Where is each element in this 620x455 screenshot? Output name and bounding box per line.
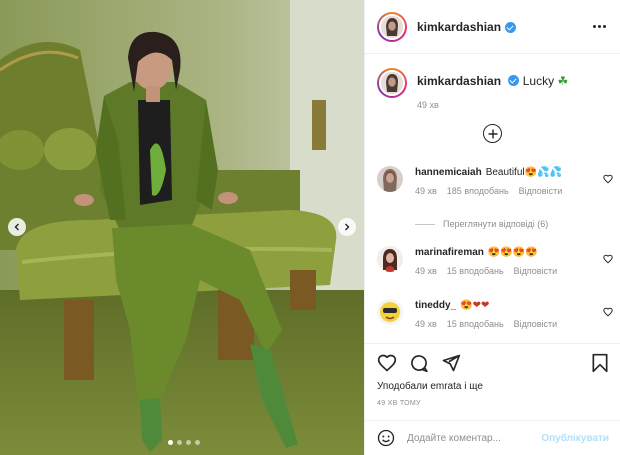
comment-avatar[interactable] (377, 246, 403, 272)
plus-icon (488, 129, 497, 138)
comment-item: tineddy_ 😍❤❤ 49 хв 15 вподобань Відповіст… (377, 299, 613, 329)
comment-username[interactable]: hannemicaiah (415, 167, 482, 178)
caption-avatar-image (381, 72, 403, 94)
post-actions: Уподобали emrata і ще 49 ХВ ТОМУ (365, 343, 620, 407)
caption-text: Lucky (522, 74, 555, 88)
comment-text: 😍❤❤ (460, 300, 490, 311)
comment-likes[interactable]: 15 вподобань (447, 319, 504, 329)
caption-username[interactable]: kimkardashian (417, 74, 501, 88)
previous-slide-button[interactable] (8, 218, 26, 236)
post-timestamp[interactable]: 49 ХВ ТОМУ (377, 400, 609, 407)
post-header: kimkardashian (365, 0, 620, 54)
comment-time[interactable]: 49 хв (415, 319, 437, 329)
reply-button[interactable]: Відповісти (514, 319, 558, 329)
comment-likes[interactable]: 15 вподобань (447, 266, 504, 276)
view-replies-button[interactable]: Переглянути відповіді (6) (415, 219, 548, 229)
caption-avatar[interactable] (377, 68, 407, 98)
carousel-dot (177, 440, 182, 445)
heart-icon[interactable] (603, 174, 613, 184)
comment-text: 😍😍😍😍 (487, 247, 538, 258)
comment-likes[interactable]: 185 вподобань (447, 186, 509, 196)
chevron-right-icon (345, 223, 350, 231)
like-button[interactable] (377, 353, 397, 373)
chevron-left-icon (14, 223, 19, 231)
more-options-button[interactable] (593, 25, 606, 28)
replies-divider (415, 223, 435, 225)
carousel-dot (195, 440, 200, 445)
emoji-button[interactable] (377, 429, 395, 447)
caption-time[interactable]: 49 хв (417, 100, 568, 110)
verified-badge-icon (505, 22, 517, 33)
load-more-comments-button[interactable] (483, 124, 502, 143)
post-photo (0, 0, 364, 455)
comment-time[interactable]: 49 хв (415, 186, 437, 196)
comment-avatar[interactable] (377, 299, 403, 325)
comment-avatar-image (377, 166, 403, 192)
bookmark-icon (592, 353, 608, 373)
carousel-dot (186, 440, 191, 445)
publish-button[interactable]: Опублікувати (541, 433, 609, 444)
author-username[interactable]: kimkardashian (417, 20, 501, 34)
comment-avatar[interactable] (377, 166, 403, 192)
heart-icon (377, 354, 397, 372)
heart-icon[interactable] (603, 254, 613, 264)
carousel-indicator (168, 440, 200, 445)
author-avatar-image (381, 15, 403, 38)
caption-emoji: ☘ (557, 74, 569, 88)
comment-composer: Опублікувати (365, 420, 620, 455)
verified-badge-icon (508, 75, 520, 86)
next-slide-button[interactable] (338, 218, 356, 236)
share-button[interactable] (441, 353, 461, 373)
more-icon (593, 25, 596, 28)
comment-input[interactable] (407, 432, 542, 444)
comment-avatar-image (377, 299, 403, 325)
comment-item: hannemicaiah Beautiful😍💦💦 49 хв 185 вподо… (377, 166, 613, 196)
post-media[interactable] (0, 0, 364, 455)
emoji-icon (377, 429, 395, 447)
share-icon (442, 354, 461, 372)
carousel-dot (168, 440, 173, 445)
comment-avatar-image (377, 246, 403, 272)
view-replies-label: Переглянути відповіді (6) (443, 219, 549, 229)
comment-item: marinafireman 😍😍😍😍 49 хв 15 вподобань Від… (377, 246, 613, 276)
reply-button[interactable]: Відповісти (519, 186, 563, 196)
comment-text: Beautiful😍💦💦 (485, 167, 562, 178)
save-button[interactable] (591, 353, 609, 373)
reply-button[interactable]: Відповісти (514, 266, 558, 276)
comment-username[interactable]: marinafireman (415, 247, 484, 258)
comment-button[interactable] (409, 353, 429, 373)
heart-icon[interactable] (603, 307, 613, 317)
likes-summary[interactable]: Уподобали emrata і ще (377, 381, 609, 392)
caption: kimkardashian Lucky ☘ 49 хв (365, 54, 620, 110)
comment-icon (411, 355, 428, 373)
comment-time[interactable]: 49 хв (415, 266, 437, 276)
comment-username[interactable]: tineddy_ (415, 300, 456, 311)
post-side-panel: kimkardashian kimkardashian Lucky ☘ 49 х… (364, 0, 620, 455)
author-avatar[interactable] (377, 11, 407, 42)
